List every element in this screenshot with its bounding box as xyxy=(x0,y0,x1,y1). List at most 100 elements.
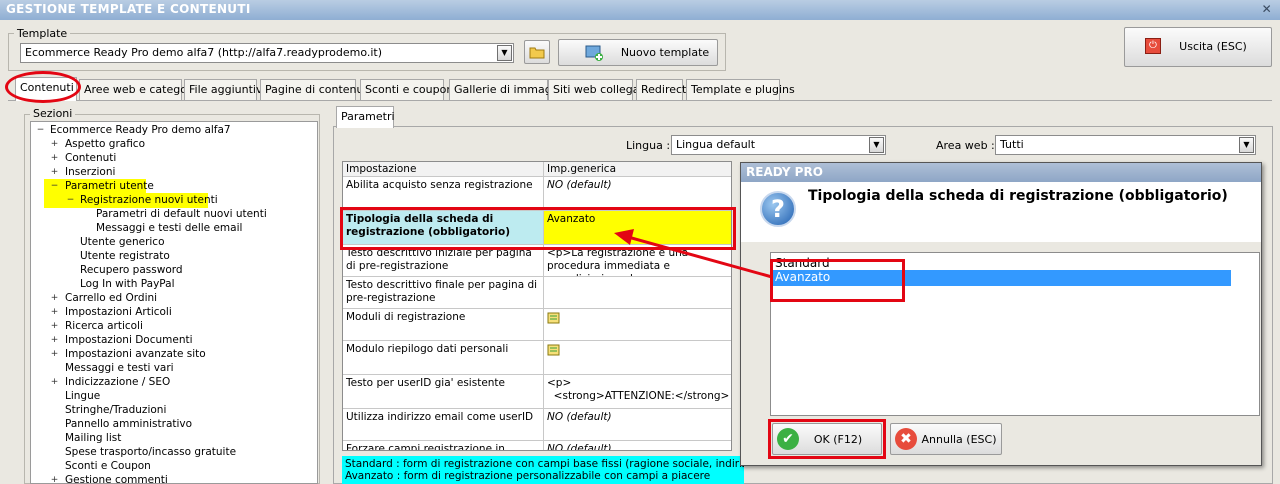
chevron-down-icon[interactable]: ▼ xyxy=(1239,137,1254,153)
grid-row-name[interactable]: Testo descrittivo finale per pagina di p… xyxy=(343,277,544,309)
new-template-button[interactable]: Nuovo template xyxy=(558,39,718,66)
grid-row-value[interactable]: <p> <strong>ATTENZIONE:</strong> xyxy=(544,375,731,409)
grid-row-name[interactable]: Forzare campi registrazione in maiuscolo xyxy=(343,441,544,450)
tree-item-paypal[interactable]: Log In with PayPal xyxy=(80,277,175,291)
tree-item-sconti[interactable]: Sconti e Coupon xyxy=(65,459,151,473)
lingua-value: Lingua default xyxy=(676,138,756,151)
grid-row-value[interactable] xyxy=(544,277,731,309)
annotation-box-row xyxy=(340,207,736,250)
chevron-down-icon[interactable]: ▼ xyxy=(497,45,512,61)
tree-toggle[interactable]: + xyxy=(50,140,59,149)
tree-toggle[interactable]: − xyxy=(66,196,75,205)
dialog-titlebar: READY PRO xyxy=(741,163,1261,182)
grid-row-name[interactable]: Testo per userID gia' esistente xyxy=(343,375,544,409)
tree-toggle[interactable]: + xyxy=(50,294,59,303)
grid-header-imp-generica[interactable]: Imp.generica xyxy=(544,162,731,177)
tree-toggle[interactable]: + xyxy=(50,168,59,177)
power-icon: ⏻ xyxy=(1145,38,1161,54)
grid-row-value[interactable]: NO (default) xyxy=(544,441,731,450)
tree-item-utente-registrato[interactable]: Utente registrato xyxy=(80,249,170,263)
annotation-box-ok xyxy=(768,419,886,459)
grid-row-value[interactable] xyxy=(544,309,731,341)
tab-redirect[interactable]: Redirect xyxy=(636,79,686,100)
window-title: GESTIONE TEMPLATE E CONTENUTI xyxy=(6,2,251,16)
folder-icon xyxy=(529,47,545,59)
question-icon: ? xyxy=(760,191,796,227)
template-select[interactable]: Ecommerce Ready Pro demo alfa7 (http://a… xyxy=(20,43,514,63)
grid-row-value[interactable]: NO (default) xyxy=(544,409,731,441)
tree-item-inserzioni[interactable]: Inserzioni xyxy=(65,165,115,179)
exit-label: Uscita (ESC) xyxy=(1179,40,1247,53)
tree-toggle[interactable]: + xyxy=(50,322,59,331)
tree-item-parametri-utente[interactable]: Parametri utente xyxy=(65,179,154,193)
tab-siti-collegati[interactable]: Siti web collegati xyxy=(548,79,647,100)
tab-gallerie[interactable]: Gallerie di immagini xyxy=(449,79,565,100)
params-grid[interactable]: Impostazione Imp.generica Abilita acquis… xyxy=(342,161,732,451)
tree-item-spese[interactable]: Spese trasporto/incasso gratuite xyxy=(65,445,236,459)
cancel-icon: ✖ xyxy=(895,428,917,450)
tree-item-pannello[interactable]: Pannello amministrativo xyxy=(65,417,192,431)
tree-item-aspetto-grafico[interactable]: Aspetto grafico xyxy=(65,137,145,151)
tree-items: − Ecommerce Ready Pro demo alfa7 + Aspet… xyxy=(30,122,318,484)
tree-toggle[interactable]: + xyxy=(50,378,59,387)
form-icon[interactable] xyxy=(547,311,561,325)
help-line-avanzato: Avanzato : form di registrazione persona… xyxy=(345,470,711,482)
tab-sconti-coupon[interactable]: Sconti e coupon xyxy=(360,79,453,100)
tree-toggle[interactable]: − xyxy=(50,182,59,191)
close-icon[interactable]: ✕ xyxy=(1262,2,1272,16)
tree-item-impostazioni-avanzate[interactable]: Impostazioni avanzate sito xyxy=(65,347,206,361)
tree-toggle[interactable]: − xyxy=(36,126,45,135)
tree-item-messaggi-email[interactable]: Messaggi e testi delle email xyxy=(96,221,242,235)
window-titlebar: GESTIONE TEMPLATE E CONTENUTI ✕ xyxy=(0,0,1280,20)
area-value: Tutti xyxy=(1000,138,1024,151)
tree-item-seo[interactable]: Indicizzazione / SEO xyxy=(65,375,170,389)
tree-item-utente-generico[interactable]: Utente generico xyxy=(80,235,165,249)
lingua-select[interactable]: Lingua default ▼ xyxy=(671,135,886,155)
cancel-button[interactable]: ✖ Annulla (ESC) xyxy=(890,423,1002,455)
tab-aree-web[interactable]: Aree web e categorie xyxy=(79,79,201,100)
tab-template-plugins[interactable]: Template e plugins xyxy=(686,79,795,100)
tree-item-ricerca-articoli[interactable]: Ricerca articoli xyxy=(65,319,143,333)
tab-pagine-contenuti[interactable]: Pagine di contenuti xyxy=(260,79,371,100)
tree-item-registrazione[interactable]: Registrazione nuovi utenti xyxy=(80,193,218,207)
tree-item-carrello[interactable]: Carrello ed Ordini xyxy=(65,291,157,305)
tree-toggle[interactable]: + xyxy=(50,336,59,345)
tree-item-contenuti[interactable]: Contenuti xyxy=(65,151,116,165)
sections-label: Sezioni xyxy=(30,107,76,120)
tree-item-messaggi-testi[interactable]: Messaggi e testi vari xyxy=(65,361,174,375)
tree-item-commenti[interactable]: Gestione commenti xyxy=(65,473,168,484)
tree-item-mailing[interactable]: Mailing list xyxy=(65,431,121,445)
area-select[interactable]: Tutti ▼ xyxy=(995,135,1256,155)
help-line-standard: Standard : form di registrazione con cam… xyxy=(345,458,744,470)
grid-row-value[interactable]: NO (default) xyxy=(544,177,731,211)
annotation-circle xyxy=(5,71,81,103)
template-label: Template xyxy=(14,27,71,40)
annotation-box-option xyxy=(770,259,905,302)
tree-item-lingue[interactable]: Lingue xyxy=(65,389,100,403)
tree-item-parametri-default[interactable]: Parametri di default nuovi utenti xyxy=(96,207,267,221)
tree-toggle[interactable]: + xyxy=(50,476,59,484)
lingua-label: Lingua : xyxy=(626,139,671,152)
grid-row-value[interactable] xyxy=(544,341,731,375)
tree-item-impostazioni-documenti[interactable]: Impostazioni Documenti xyxy=(65,333,193,347)
chevron-down-icon[interactable]: ▼ xyxy=(869,137,884,153)
tab-parametri[interactable]: Parametri xyxy=(336,106,395,128)
new-template-icon xyxy=(585,45,603,61)
grid-row-name[interactable]: Moduli di registrazione xyxy=(343,309,544,341)
tree-toggle[interactable]: + xyxy=(50,154,59,163)
form-icon[interactable] xyxy=(547,343,561,357)
tabs-baseline xyxy=(8,100,1272,101)
tree-item-recupero-password[interactable]: Recupero password xyxy=(80,263,183,277)
grid-row-name[interactable]: Utilizza indirizzo email come userID xyxy=(343,409,544,441)
tree-item-impostazioni-articoli[interactable]: Impostazioni Articoli xyxy=(65,305,172,319)
open-folder-button[interactable] xyxy=(524,40,550,64)
tab-file-aggiuntivi[interactable]: File aggiuntivi xyxy=(184,79,266,100)
tree-item-root[interactable]: Ecommerce Ready Pro demo alfa7 xyxy=(50,123,231,137)
exit-button[interactable]: ⏻ Uscita (ESC) xyxy=(1124,27,1272,67)
tree-toggle[interactable]: + xyxy=(50,350,59,359)
grid-row-name[interactable]: Modulo riepilogo dati personali xyxy=(343,341,544,375)
grid-row-name[interactable]: Abilita acquisto senza registrazione xyxy=(343,177,544,211)
grid-header-impostazione[interactable]: Impostazione xyxy=(343,162,544,177)
tree-item-stringhe[interactable]: Stringhe/Traduzioni xyxy=(65,403,166,417)
tree-toggle[interactable]: + xyxy=(50,308,59,317)
